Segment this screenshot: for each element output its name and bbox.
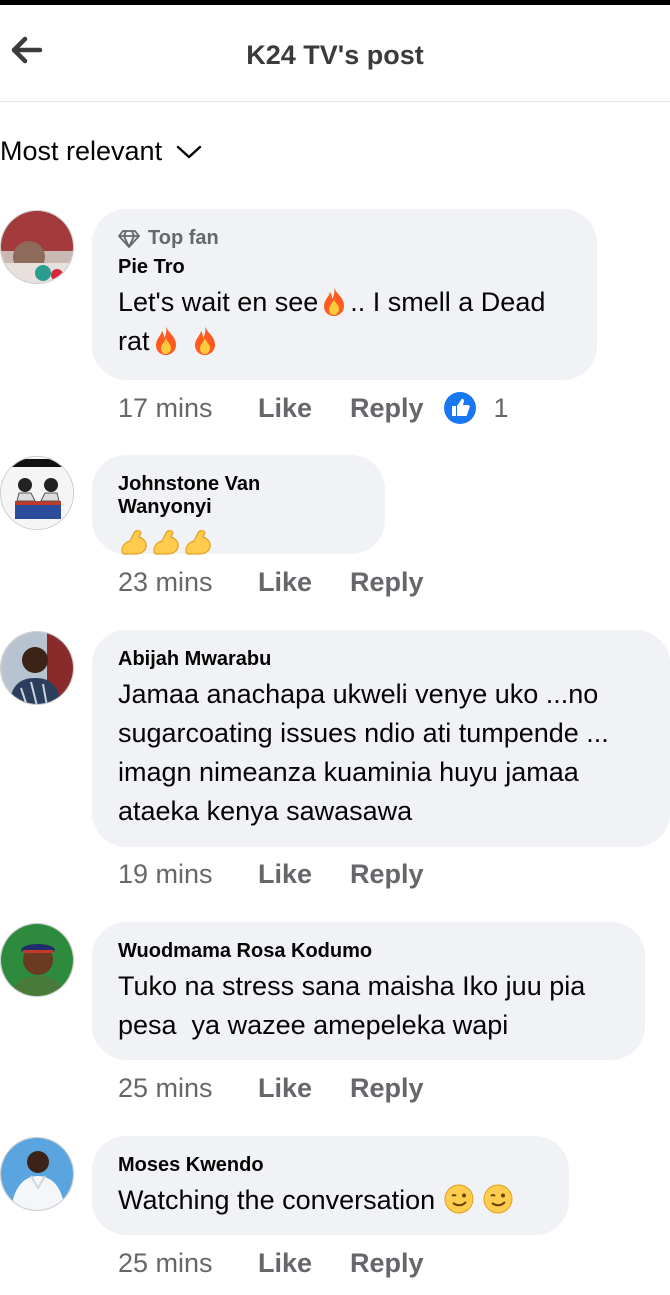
comment-text-part: rat xyxy=(118,326,150,356)
flexed-biceps-icon xyxy=(153,530,179,555)
comment-text xyxy=(118,523,359,562)
comment-text-part: Let's wait en see xyxy=(118,287,319,317)
comment-bubble[interactable]: Johnstone Van Wanyonyi xyxy=(92,455,385,555)
fire-emoji-icon xyxy=(324,287,345,316)
comment-time[interactable]: 23 mins xyxy=(118,567,258,598)
comment-actions: 23 mins Like Reply xyxy=(118,567,424,598)
like-button[interactable]: Like xyxy=(258,1073,350,1104)
sort-dropdown[interactable]: Most relevant xyxy=(0,136,202,167)
comment-text: Tuko na stress sana maisha Iko juu pia p… xyxy=(118,971,593,1040)
comment-bubble[interactable]: Wuodmama Rosa Kodumo Tuko na stress sana… xyxy=(92,922,645,1060)
reply-button[interactable]: Reply xyxy=(350,393,424,424)
reply-button[interactable]: Reply xyxy=(350,859,424,890)
avatar[interactable] xyxy=(0,1137,74,1211)
chevron-down-icon xyxy=(176,145,202,158)
commenter-name[interactable]: Wuodmama Rosa Kodumo xyxy=(118,940,619,963)
comment-time[interactable]: 25 mins xyxy=(118,1248,258,1279)
like-button[interactable]: Like xyxy=(258,859,350,890)
fire-emoji-icon xyxy=(195,326,216,355)
fire-emoji-icon xyxy=(155,326,176,355)
commenter-name[interactable]: Moses Kwendo xyxy=(118,1154,543,1177)
commenter-name[interactable]: Johnstone Van Wanyonyi xyxy=(118,473,359,519)
reply-button[interactable]: Reply xyxy=(350,1248,424,1279)
comment-actions: 17 mins Like Reply 1 xyxy=(118,392,509,424)
comment-actions: 25 mins Like Reply xyxy=(118,1248,424,1279)
flexed-biceps-icon xyxy=(185,530,211,555)
comment-actions: 25 mins Like Reply xyxy=(118,1073,424,1104)
reaction-summary[interactable]: 1 xyxy=(443,392,509,424)
comment-bubble[interactable]: Moses Kwendo Watching the conversation xyxy=(92,1136,569,1235)
reaction-count: 1 xyxy=(493,392,509,423)
comment-text: Watching the conversation xyxy=(118,1181,543,1220)
avatar[interactable] xyxy=(0,631,74,705)
comment-bubble[interactable]: Top fan Pie Tro Let's wait en see .. I sm… xyxy=(92,209,597,380)
winking-face-icon xyxy=(444,1184,474,1214)
reply-button[interactable]: Reply xyxy=(350,567,424,598)
avatar[interactable] xyxy=(0,456,74,530)
commenter-name[interactable]: Pie Tro xyxy=(118,256,571,279)
diamond-icon xyxy=(118,229,140,248)
winking-face-icon xyxy=(483,1184,513,1214)
badge-label: Top fan xyxy=(148,227,219,249)
comment-text-part: .. I smell a Dead xyxy=(350,287,546,317)
flexed-biceps-icon xyxy=(121,530,147,555)
comment-bubble[interactable]: Abijah Mwarabu Jamaa anachapa ukweli ven… xyxy=(92,630,670,847)
comment-time[interactable]: 17 mins xyxy=(118,393,258,424)
sort-label: Most relevant xyxy=(0,136,163,166)
comment-actions: 19 mins Like Reply xyxy=(118,859,424,890)
avatar[interactable] xyxy=(0,210,74,284)
thumbs-up-icon xyxy=(443,392,476,424)
comment-text: Let's wait en see .. I smell a Dead rat xyxy=(118,283,571,361)
comment-time[interactable]: 19 mins xyxy=(118,859,258,890)
comment-text-part: Watching the conversation xyxy=(118,1185,443,1215)
avatar[interactable] xyxy=(0,923,74,997)
comment-time[interactable]: 25 mins xyxy=(118,1073,258,1104)
comment-text: Jamaa anachapa ukweli venye uko ...no su… xyxy=(118,679,609,826)
like-button[interactable]: Like xyxy=(258,393,350,424)
page-title: K24 TV's post xyxy=(246,40,424,70)
commenter-name[interactable]: Abijah Mwarabu xyxy=(118,648,644,671)
reply-button[interactable]: Reply xyxy=(350,1073,424,1104)
header: K24 TV's post xyxy=(0,5,670,102)
like-button[interactable]: Like xyxy=(258,1248,350,1279)
top-fan-badge: Top fan xyxy=(118,227,571,250)
like-button[interactable]: Like xyxy=(258,567,350,598)
